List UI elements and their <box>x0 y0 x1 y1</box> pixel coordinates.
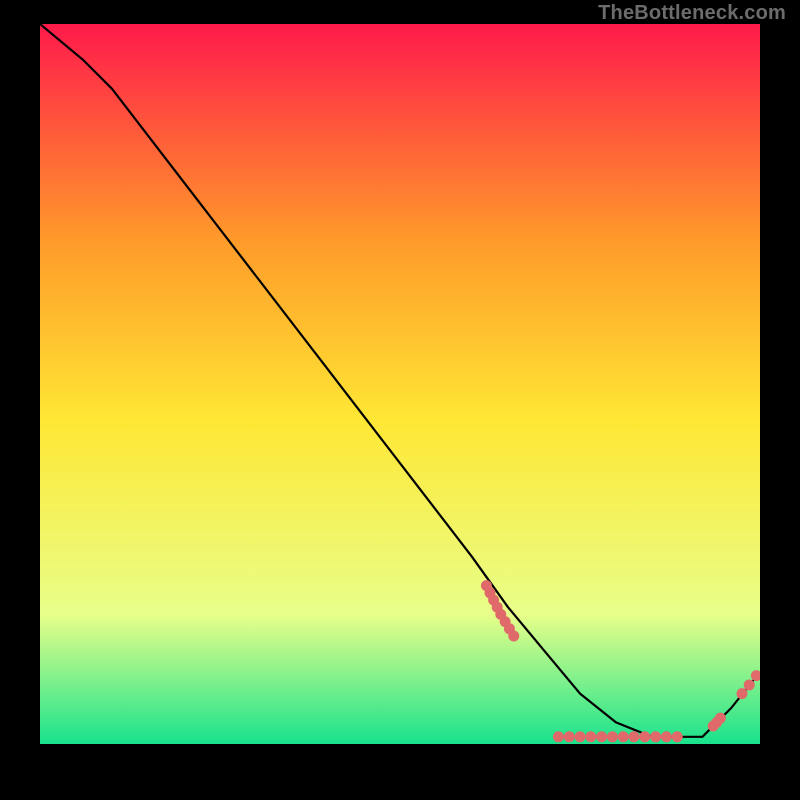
marker-bottom-cluster <box>596 731 607 742</box>
marker-bottom-cluster <box>553 731 564 742</box>
marker-right-cluster <box>737 688 748 699</box>
chart-frame: TheBottleneck.com <box>0 0 800 800</box>
marker-bottom-cluster <box>564 731 575 742</box>
marker-bottom-cluster <box>661 731 672 742</box>
plot-area <box>40 24 760 744</box>
chart-svg <box>40 24 760 744</box>
marker-bottom-cluster <box>650 731 661 742</box>
marker-bottom-cluster <box>639 731 650 742</box>
marker-bottom-cluster <box>575 731 586 742</box>
watermark-text: TheBottleneck.com <box>598 2 786 25</box>
gradient-bg <box>40 24 760 744</box>
marker-bottom-cluster <box>585 731 596 742</box>
marker-bottom-cluster <box>672 731 683 742</box>
marker-bottom-cluster <box>618 731 629 742</box>
marker-bottom-cluster <box>607 731 618 742</box>
marker-left-cluster <box>508 631 519 642</box>
marker-bottom-cluster <box>629 731 640 742</box>
marker-right-cluster <box>715 713 726 724</box>
marker-right-cluster <box>744 679 755 690</box>
